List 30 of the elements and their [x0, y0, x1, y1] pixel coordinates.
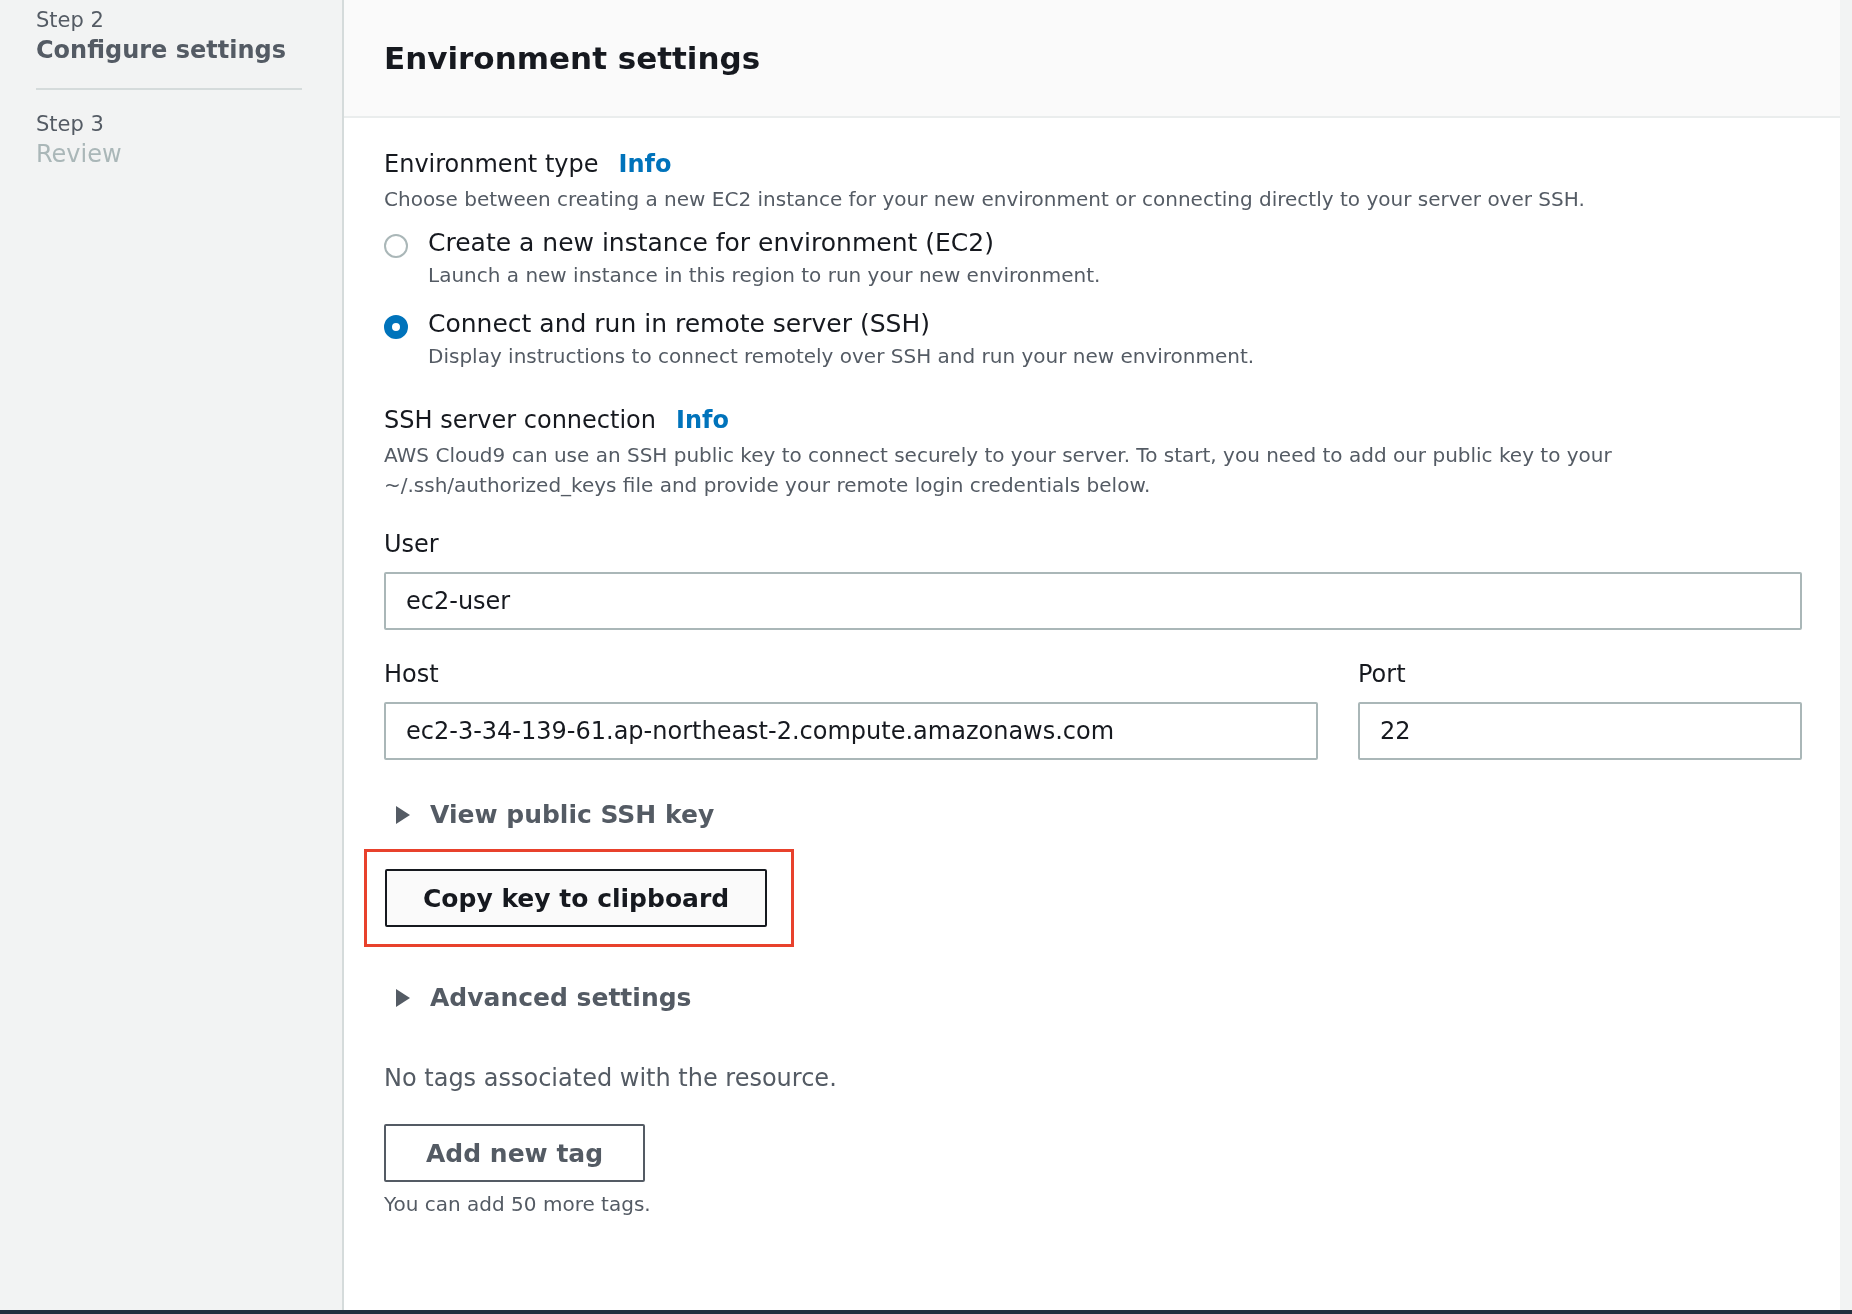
- field-label: Host: [384, 660, 440, 688]
- expander-toggle[interactable]: Advanced settings: [430, 983, 692, 1012]
- caret-right-icon[interactable]: [396, 805, 410, 824]
- field-label: User: [384, 530, 439, 558]
- expander-toggle[interactable]: View public SSH key: [430, 800, 715, 829]
- port-input-field[interactable]: 22: [1358, 702, 1802, 760]
- radio-button[interactable]: [384, 315, 408, 339]
- caret-right-icon[interactable]: [396, 988, 410, 1007]
- empty-tags-message: No tags associated with the resource.: [384, 1064, 837, 1092]
- host-input-field[interactable]: ec2-3-34-139-61.ap-northeast-2.compute.amazonaws.com: [384, 702, 1318, 760]
- radio-label[interactable]: Create a new instance for environment (EC2): [428, 228, 1101, 257]
- tags-hint: You can add 50 more tags.: [384, 1192, 651, 1216]
- field-description: Choose between creating a new EC2 instance for your new environment or connecting directly to your server over SSH.: [384, 186, 1585, 213]
- info-link[interactable]: Info: [676, 406, 729, 434]
- add-tag-button[interactable]: Add new tag: [384, 1124, 646, 1182]
- copy-key-button[interactable]: Copy key to clipboard: [385, 869, 768, 927]
- radio-description: Launch a new instance in this region to run your new environment.: [428, 263, 1101, 287]
- field-label: SSH server connection: [384, 406, 656, 434]
- field-description: AWS Cloud9 can use an SSH public key to connect securely to your server. To start, you need to add our public key to your ~/.ssh/authorized_keys file and provide your remote login credentials below.: [384, 442, 1613, 499]
- info-link[interactable]: Info: [618, 150, 672, 178]
- user-input-field[interactable]: ec2-user: [384, 572, 1802, 630]
- step-title[interactable]: Configure settings: [36, 36, 302, 64]
- radio-description: Display instructions to connect remotely over SSH and run your new environment.: [428, 344, 1255, 368]
- panel-title: Environment settings: [384, 40, 761, 76]
- field-label: Environment type: [384, 150, 599, 178]
- step-label: Step 2: [36, 8, 105, 32]
- field-label: Port: [1358, 660, 1407, 688]
- radio-label[interactable]: Connect and run in remote server (SSH): [428, 309, 1255, 338]
- step-label: Step 3: [36, 112, 105, 136]
- radio-button[interactable]: [384, 234, 408, 258]
